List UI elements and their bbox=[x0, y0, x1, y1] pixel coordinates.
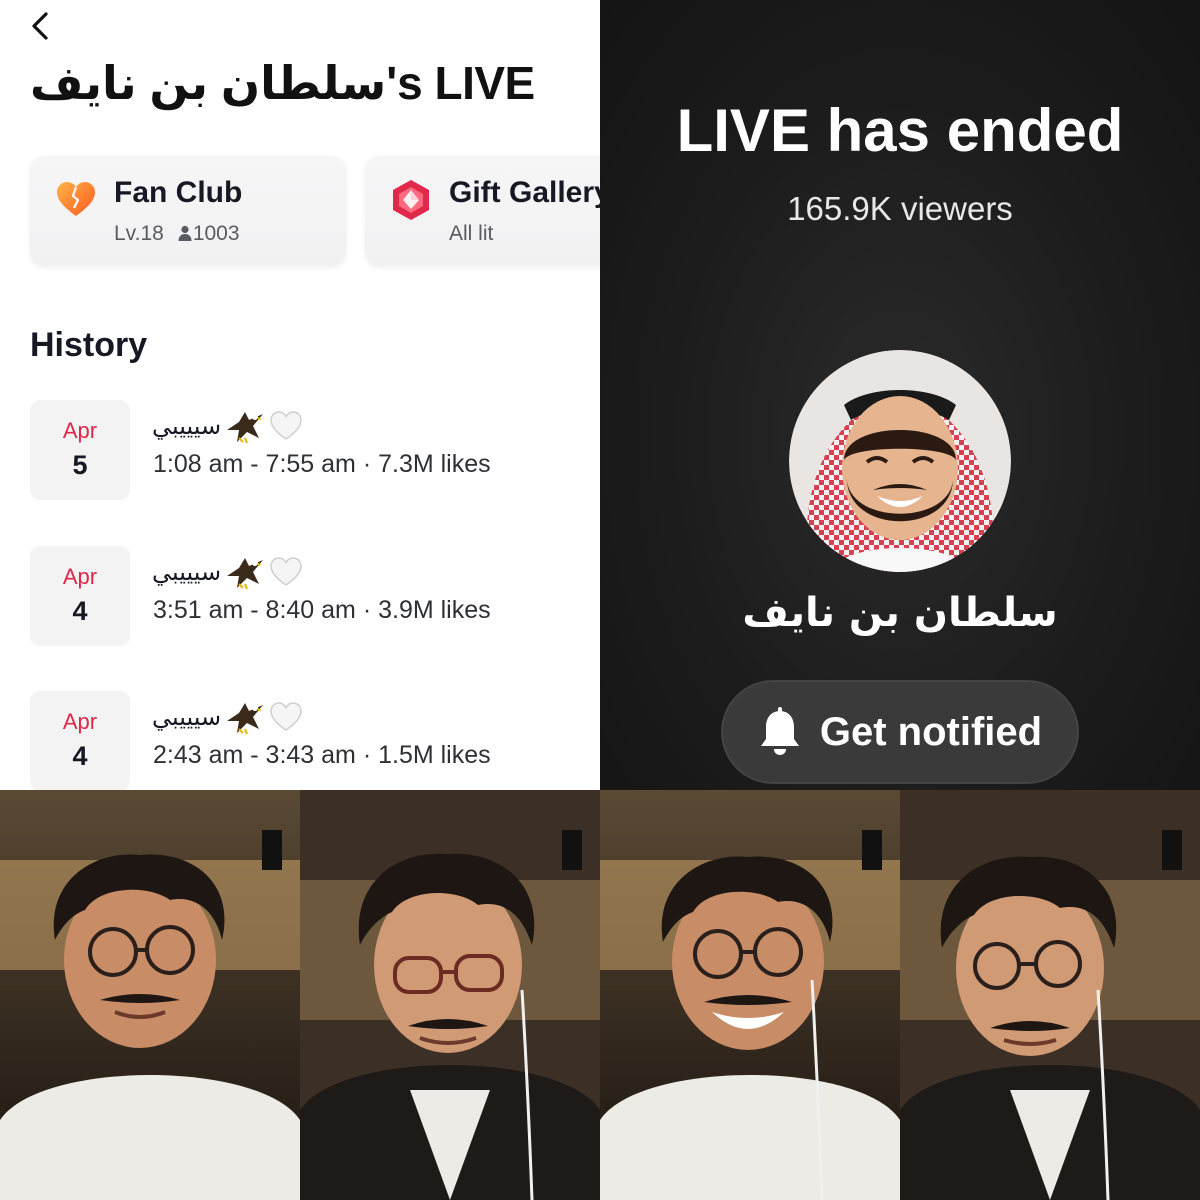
history-row[interactable]: Apr 4 سيييبي 2:43 am - 3:43 am · 1.5M li… bbox=[30, 691, 590, 790]
fan-club-members: 1003 bbox=[192, 222, 240, 245]
live-history-panel: سلطان بن نايف's LIVE Fan Club Lv.18 1003 … bbox=[0, 0, 600, 790]
host-name: سلطان بن نايف bbox=[742, 590, 1058, 636]
eagle-icon bbox=[227, 703, 264, 735]
gift-gallery-title: Gift Gallery bbox=[449, 176, 600, 209]
host-avatar[interactable] bbox=[789, 350, 1011, 572]
stream-detail: 1:08 am - 7:55 am · 7.3M likes bbox=[153, 450, 491, 478]
history-row[interactable]: Apr 5 سيييبي 1:08 am - 7:55 am · 7.3M li… bbox=[30, 400, 590, 500]
date-day: 5 bbox=[72, 450, 88, 480]
stream-title: سيييبي bbox=[152, 697, 303, 737]
stream-title-text: سيييبي bbox=[152, 703, 222, 731]
stream-title-text: سيييبي bbox=[152, 412, 222, 440]
gift-gallery-status: All lit bbox=[449, 222, 494, 245]
stream-title: سيييبي bbox=[152, 406, 303, 446]
bell-icon bbox=[760, 707, 799, 755]
stream-photo-1 bbox=[0, 790, 300, 1200]
fan-club-level: Lv.18 bbox=[114, 222, 164, 245]
eagle-icon bbox=[227, 558, 264, 590]
white-heart-icon bbox=[270, 702, 302, 731]
history-row[interactable]: Apr 4 سيييبي 3:51 am - 8:40 am · 3.9M li… bbox=[30, 546, 590, 646]
date-badge: Apr 4 bbox=[30, 546, 130, 646]
get-notified-label: Get notified bbox=[819, 709, 1043, 754]
stream-title-text: سيييبي bbox=[152, 558, 222, 586]
gift-gallery-icon bbox=[393, 180, 429, 220]
gift-gallery-card[interactable]: Gift Gallery All lit bbox=[365, 156, 600, 266]
stream-detail: 3:51 am - 8:40 am · 3.9M likes bbox=[153, 596, 491, 624]
back-chevron-icon[interactable] bbox=[26, 8, 56, 44]
date-month: Apr bbox=[62, 709, 98, 734]
stream-photo-4 bbox=[900, 790, 1200, 1200]
fan-club-card[interactable]: Fan Club Lv.18 1003 bbox=[30, 156, 346, 266]
fan-club-stats: Lv.18 1003 bbox=[114, 222, 240, 246]
stream-title: سيييبي bbox=[152, 552, 303, 592]
stream-photo-3 bbox=[600, 790, 900, 1200]
broken-heart-icon bbox=[57, 182, 95, 216]
date-month: Apr bbox=[62, 418, 98, 443]
white-heart-icon bbox=[270, 557, 302, 586]
white-heart-icon bbox=[270, 411, 302, 440]
date-month: Apr bbox=[62, 564, 98, 589]
date-day: 4 bbox=[72, 741, 88, 771]
stream-detail: 2:43 am - 3:43 am · 1.5M likes bbox=[153, 741, 491, 769]
date-badge: Apr 5 bbox=[30, 400, 130, 500]
live-ended-panel: LIVE has ended 165.9K viewers سلطان بن ن… bbox=[600, 0, 1200, 790]
person-icon bbox=[178, 225, 192, 241]
page-title: سلطان بن نايف's LIVE bbox=[30, 57, 535, 109]
viewer-count: 165.9K viewers bbox=[787, 190, 1013, 227]
eagle-icon bbox=[227, 412, 264, 444]
stream-photo-2 bbox=[300, 790, 600, 1200]
fan-club-title: Fan Club bbox=[114, 176, 243, 209]
history-heading: History bbox=[30, 326, 148, 364]
live-ended-title: LIVE has ended bbox=[676, 97, 1124, 164]
date-badge: Apr 4 bbox=[30, 691, 130, 790]
get-notified-button[interactable]: Get notified bbox=[721, 680, 1079, 784]
date-day: 4 bbox=[72, 596, 88, 626]
